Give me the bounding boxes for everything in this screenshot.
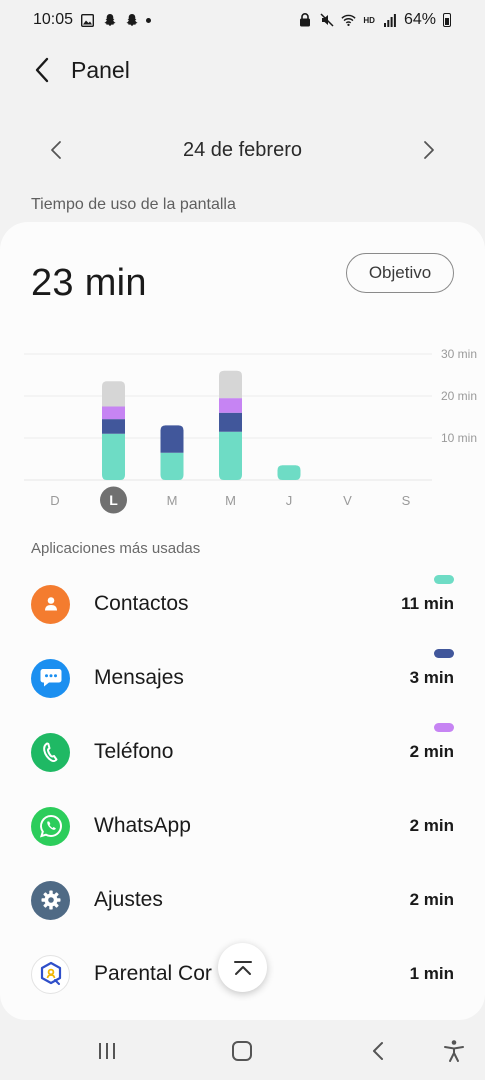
status-right: HD 64%	[297, 11, 451, 29]
app-usage-time: 2 min	[409, 890, 454, 909]
app-name: Ajustes	[94, 888, 163, 911]
most-used-apps-title: Aplicaciones más usadas	[31, 540, 201, 557]
settings-app-icon	[31, 880, 70, 920]
phone-app-icon	[31, 732, 70, 772]
wifi-icon	[341, 13, 357, 28]
total-screen-time: 23 min	[31, 262, 147, 304]
app-row-messages[interactable]: Mensajes 3 min	[0, 641, 485, 715]
bar-segment-contacts	[160, 452, 184, 480]
recent-apps-button[interactable]	[90, 1034, 124, 1068]
date-navigator: 24 de febrero	[0, 125, 485, 175]
whatsapp-app-icon	[31, 806, 70, 846]
page-title: Panel	[71, 56, 130, 83]
x-tick-label: M	[225, 493, 236, 508]
status-time: 10:05	[33, 11, 74, 28]
previous-day-button[interactable]	[36, 130, 76, 170]
person-icon	[44, 597, 57, 611]
goal-button[interactable]: Objetivo	[346, 253, 454, 293]
mute-icon	[319, 13, 334, 28]
bar-segment-messages	[102, 419, 125, 434]
x-tick-label: S	[402, 493, 411, 508]
bar-segment-contacts	[219, 431, 242, 480]
home-icon	[232, 1041, 252, 1061]
gear-icon	[41, 890, 60, 910]
app-name: Contactos	[94, 592, 189, 615]
bar-segment-messages	[160, 425, 184, 453]
status-left: 10:05	[33, 11, 152, 29]
app-bar: Panel	[0, 40, 485, 100]
app-legend-color	[434, 723, 454, 732]
bar-segment-messages	[219, 412, 242, 432]
battery-icon	[443, 13, 451, 27]
bar-segment-contacts	[277, 465, 301, 480]
weekly-usage-chart: 10 min 20 min 30 min D L M M J V S	[24, 347, 477, 514]
app-usage-time: 2 min	[409, 816, 454, 835]
network-type-label: HD	[363, 15, 375, 25]
chat-bubble-icon	[40, 669, 61, 687]
chevron-left-icon	[51, 141, 61, 159]
app-row-settings[interactable]: Ajustes 2 min	[0, 863, 485, 937]
scroll-up-icon	[233, 960, 252, 975]
app-usage-time: 2 min	[409, 742, 454, 761]
bar-segment-other	[219, 370, 242, 399]
recent-apps-icon	[99, 1043, 115, 1059]
back-button[interactable]	[22, 50, 62, 90]
y-tick-label: 30 min	[441, 347, 477, 361]
bar-segment-phone	[102, 406, 125, 420]
app-row-phone[interactable]: Teléfono 2 min	[0, 715, 485, 789]
app-row-contacts[interactable]: Contactos 11 min	[0, 567, 485, 641]
home-button[interactable]	[225, 1034, 259, 1068]
snapchat-notification-icon	[102, 13, 117, 28]
bar-segment-contacts	[102, 433, 125, 480]
contacts-app-icon	[31, 584, 70, 624]
battery-percent: 64%	[403, 11, 436, 28]
chevron-right-icon	[424, 141, 434, 159]
screen-time-card: 23 min Objetivo 10 min 20 min 30 min D L M M J V…	[0, 222, 485, 1020]
status-bar: 10:05 HD 64%	[0, 0, 485, 40]
messages-app-icon	[31, 658, 70, 698]
app-name: WhatsApp	[94, 814, 191, 837]
app-usage-time: 11 min	[401, 594, 454, 613]
app-usage-time: 1 min	[409, 964, 454, 983]
bar-segment-phone	[219, 398, 242, 413]
parental-control-app-icon	[31, 954, 70, 994]
y-tick-label: 10 min	[441, 431, 477, 445]
bar-segment-other	[102, 381, 125, 407]
lock-alarm-icon	[297, 13, 312, 28]
x-tick-label: D	[50, 493, 59, 508]
phone-icon	[42, 742, 57, 763]
screen-time-section-title: Tiempo de uso de la pantalla	[31, 196, 236, 213]
scroll-to-top-button[interactable]	[218, 943, 267, 992]
back-icon	[373, 1042, 383, 1060]
app-name: Mensajes	[94, 666, 184, 689]
accessibility-button[interactable]	[437, 1034, 471, 1068]
whatsapp-icon	[39, 814, 62, 838]
more-notifications-dot	[146, 17, 152, 23]
back-arrow-icon	[35, 57, 49, 83]
app-usage-time: 3 min	[409, 668, 454, 687]
system-back-button[interactable]	[361, 1034, 395, 1068]
app-name: Teléfono	[94, 740, 174, 763]
app-name: Parental Cor	[94, 962, 212, 985]
x-tick-label: M	[167, 493, 178, 508]
app-row-whatsapp[interactable]: WhatsApp 2 min	[0, 789, 485, 863]
snapchat-notification-icon-2	[124, 13, 139, 28]
x-tick-label: L	[109, 492, 118, 508]
system-navigation-bar	[0, 1020, 485, 1080]
x-tick-label: J	[286, 493, 293, 508]
accessibility-icon	[444, 1040, 464, 1062]
app-legend-color	[434, 649, 454, 658]
x-tick-label: V	[343, 493, 352, 508]
signal-icon	[382, 13, 397, 28]
y-tick-label: 20 min	[441, 389, 477, 403]
current-date: 24 de febrero	[183, 138, 302, 161]
parental-control-icon	[40, 961, 61, 985]
next-day-button[interactable]	[409, 130, 449, 170]
app-legend-color	[434, 575, 454, 584]
gallery-notification-icon	[80, 13, 95, 28]
